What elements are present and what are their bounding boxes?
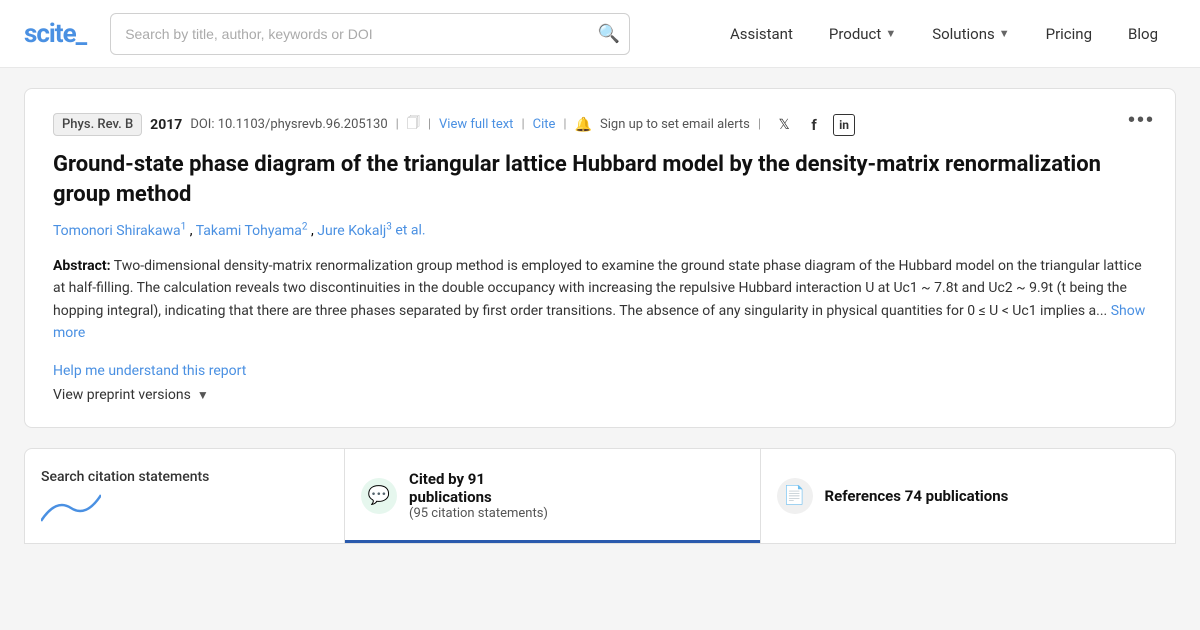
paper-card: ••• Phys. Rev. B 2017 DOI: 10.1103/physr… — [24, 88, 1176, 428]
nav-blog[interactable]: Blog — [1110, 0, 1176, 68]
action-row: Help me understand this report View prep… — [53, 363, 1147, 403]
meta-row: Phys. Rev. B 2017 DOI: 10.1103/physrevb.… — [53, 113, 1147, 136]
et-al-link[interactable]: et al. — [395, 223, 425, 239]
nav-product[interactable]: Product ▼ — [811, 0, 914, 68]
cite-link[interactable]: Cite — [533, 117, 556, 132]
author-3[interactable]: Jure Kokalj3 — [317, 223, 395, 239]
chat-bubble-icon: 💬 — [368, 485, 390, 506]
search-button[interactable]: 🔍 — [598, 23, 620, 44]
product-chevron-icon: ▼ — [885, 27, 896, 40]
twitter-icon[interactable]: 𝕏 — [773, 114, 795, 136]
preprint-row[interactable]: View preprint versions ▼ — [53, 387, 1147, 403]
preprint-chevron-icon: ▼ — [197, 388, 209, 402]
main-content: ••• Phys. Rev. B 2017 DOI: 10.1103/physr… — [0, 68, 1200, 544]
navbar: scite_ 🔍 Assistant Product ▼ Solutions ▼… — [0, 0, 1200, 68]
search-icon: 🔍 — [598, 23, 620, 43]
journal-badge: Phys. Rev. B — [53, 113, 142, 136]
references-icon: 📄 — [777, 478, 813, 514]
bottom-tabs: Search citation statements 💬 Cited by 91… — [24, 448, 1176, 544]
more-options-button[interactable]: ••• — [1128, 109, 1155, 132]
authors-row: Tomonori Shirakawa1 , Takami Tohyama2 , … — [53, 221, 1147, 239]
copy-icon: 🗍 — [407, 114, 420, 136]
search-tab-label: Search citation statements — [41, 469, 328, 485]
cited-by-main: Cited by 91 — [409, 470, 548, 488]
solutions-chevron-icon: ▼ — [999, 27, 1010, 40]
author-2[interactable]: Takami Tohyama2 — [196, 223, 311, 239]
tab-search-citations[interactable]: Search citation statements — [25, 449, 345, 543]
social-icons: 𝕏 f in — [773, 114, 855, 136]
paper-year: 2017 — [150, 117, 182, 133]
search-curve-icon — [41, 493, 101, 523]
tab-references[interactable]: 📄 References 74 publications — [761, 449, 1176, 543]
paper-title: Ground-state phase diagram of the triang… — [53, 150, 1147, 209]
citation-statements: (95 citation statements) — [409, 506, 548, 521]
search-input[interactable] — [110, 13, 630, 55]
search-box: 🔍 — [110, 13, 630, 55]
paper-doi: DOI: 10.1103/physrevb.96.205130 — [190, 117, 387, 132]
nav-assistant[interactable]: Assistant — [712, 0, 811, 68]
alert-text: Sign up to set email alerts — [600, 117, 750, 132]
view-full-text-link[interactable]: View full text — [439, 117, 513, 132]
nav-solutions[interactable]: Solutions ▼ — [914, 0, 1027, 68]
linkedin-icon[interactable]: in — [833, 114, 855, 136]
tab-cited-by[interactable]: 💬 Cited by 91 publications (95 citation … — [345, 449, 761, 543]
facebook-icon[interactable]: f — [803, 114, 825, 136]
abstract: Abstract: Two-dimensional density-matrix… — [53, 255, 1147, 345]
document-icon: 📄 — [783, 485, 805, 506]
cited-by-icon: 💬 — [361, 478, 397, 514]
help-understand-link[interactable]: Help me understand this report — [53, 363, 1147, 379]
cited-by-sub: publications — [409, 488, 548, 506]
nav-pricing[interactable]: Pricing — [1028, 0, 1110, 68]
nav-links: Assistant Product ▼ Solutions ▼ Pricing … — [712, 0, 1176, 68]
references-main: References 74 publications — [825, 487, 1009, 505]
bell-icon: 🔔 — [575, 117, 592, 133]
site-logo[interactable]: scite_ — [24, 19, 86, 49]
author-1[interactable]: Tomonori Shirakawa1 — [53, 223, 190, 239]
